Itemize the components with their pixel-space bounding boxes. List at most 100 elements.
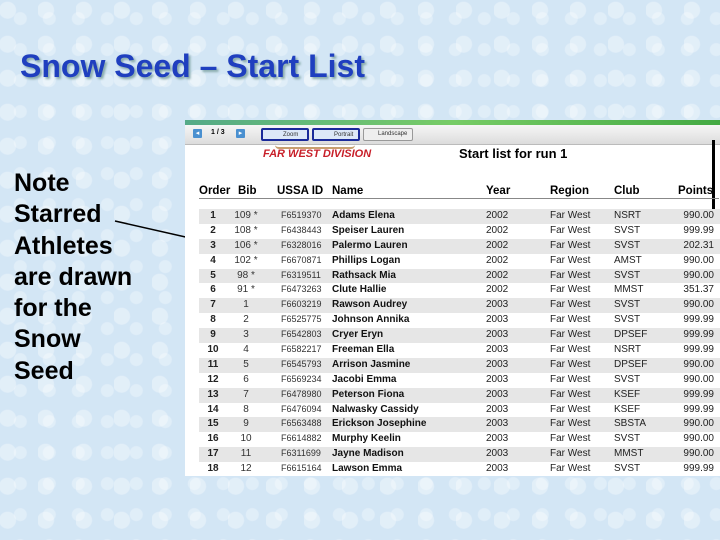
cell-bib: 102 * [234, 254, 258, 266]
cell-order: 1 [210, 210, 216, 221]
cell-region: Far West [550, 314, 591, 326]
report-title: Start list for run 1 [459, 146, 568, 161]
cell-club: KSEF [614, 403, 641, 415]
cell-points: 999.99 [683, 463, 714, 475]
cell-region: Far West [550, 284, 591, 296]
cell-points: 999.99 [683, 329, 714, 341]
cell-year: 2002 [486, 284, 509, 296]
cell-name: Nalwasky Cassidy [332, 403, 419, 415]
cell-name: Speiser Lauren [332, 224, 405, 236]
cell-bib: 6 [243, 373, 249, 385]
cell-points: 999.99 [683, 314, 714, 326]
cell-club: NSRT [614, 344, 642, 356]
cell-name: Jayne Madison [332, 448, 404, 460]
table-row: 3 106 * F6328016 Palermo Lauren 2002 Far West… [199, 238, 720, 254]
cell-order: 18 [207, 463, 219, 475]
cell-year: 2003 [486, 329, 509, 341]
cell-name: Peterson Fiona [332, 388, 405, 400]
table-row: 5 98 * F6319511 Rathsack Mia 2002 Far West SVS… [199, 268, 720, 284]
cell-name: Lawson Emma [332, 463, 403, 475]
cell-region: Far West [550, 418, 591, 430]
cell-region: Far West [550, 433, 591, 445]
cell-year: 2003 [486, 403, 509, 415]
cell-name: Jacobi Emma [332, 373, 397, 385]
cell-club: DPSEF [614, 358, 648, 370]
cell-ussa-id: F6478980 [281, 388, 322, 399]
cell-club: AMST [614, 254, 642, 266]
zoom-button[interactable]: Zoom [261, 128, 309, 141]
cell-name: Murphy Keelin [332, 433, 401, 445]
cell-ussa-id: F6473263 [281, 284, 322, 295]
table-row: 13 7 F6478980 Peterson Fiona 2003 Far West KSE… [199, 387, 720, 403]
slide-title: Snow Seed – Start List [20, 48, 365, 84]
table-row: 16 10 F6614882 Murphy Keelin 2003 Far West SVS… [199, 432, 720, 447]
cell-points: 990.00 [683, 254, 714, 266]
start-list-screenshot: ◂ 1 / 3 ▸ Zoom Portrait Landscape FAR WE… [185, 120, 720, 476]
cell-ussa-id: F6569234 [281, 373, 322, 384]
cell-bib: 109 * [234, 210, 258, 221]
slide-note: Note Starred Athletes are drawn for the … [14, 169, 133, 385]
cell-club: SVST [614, 433, 641, 445]
cell-region: Far West [550, 299, 591, 311]
cell-ussa-id: F6582217 [281, 344, 322, 355]
cell-bib: 2 [243, 314, 249, 326]
cell-region: Far West [550, 239, 591, 251]
cell-bib: 9 [243, 418, 249, 430]
cell-ussa-id: F6311699 [281, 448, 321, 459]
cell-ussa-id: F6438443 [281, 224, 322, 235]
cell-name: Rathsack Mia [332, 269, 396, 281]
cell-points: 990.00 [683, 210, 714, 221]
col-order: Order [199, 185, 231, 197]
cell-club: SBSTA [614, 418, 647, 430]
cell-ussa-id: F6603219 [281, 299, 322, 310]
division-name: FAR WEST DIVISION [263, 148, 372, 160]
cell-order: 13 [207, 388, 219, 400]
cell-club: MMST [614, 448, 644, 460]
cell-bib: 1 [243, 299, 249, 311]
cell-name: Phillips Logan [332, 254, 401, 266]
cell-year: 2003 [486, 299, 509, 311]
table-row: 10 4 F6582217 Freeman Ella 2003 Far West NSRT 9… [199, 343, 720, 358]
col-region: Region [550, 185, 589, 197]
col-club: Club [614, 185, 640, 197]
cell-ussa-id: F6525775 [281, 314, 322, 325]
col-year: Year [486, 185, 511, 197]
cell-year: 2003 [486, 344, 509, 356]
portrait-button[interactable]: Portrait [312, 128, 360, 141]
cell-points: 990.00 [683, 269, 714, 281]
cell-order: 3 [210, 239, 216, 251]
cell-points: 999.99 [683, 388, 714, 400]
cell-name: Erickson Josephine [332, 418, 427, 430]
cell-region: Far West [550, 463, 591, 475]
cell-points: 990.00 [683, 418, 714, 430]
cell-club: SVST [614, 239, 641, 251]
cell-order: 15 [207, 418, 219, 430]
preview-toolbar: ◂ 1 / 3 ▸ Zoom Portrait Landscape [185, 125, 720, 145]
cell-region: Far West [550, 210, 591, 221]
cell-year: 2003 [486, 373, 509, 385]
cell-bib: 8 [243, 403, 249, 415]
cell-ussa-id: F6670871 [281, 254, 322, 265]
table-row: 12 6 F6569234 Jacobi Emma 2003 Far West SVST 99… [199, 373, 720, 388]
cell-club: SVST [614, 373, 641, 385]
table-row: 15 9 F6563488 Erickson Josephine 2003 Far Wes… [199, 417, 720, 433]
cell-ussa-id: F6563488 [281, 418, 322, 429]
cell-ussa-id: F6545793 [281, 358, 322, 369]
table-row: 7 1 F6603219 Rawson Audrey 2003 Far West SVST 9… [199, 298, 720, 314]
cell-region: Far West [550, 269, 591, 281]
page-edge [712, 140, 715, 210]
cell-name: Clute Hallie [332, 284, 387, 296]
cell-region: Far West [550, 254, 591, 266]
cell-club: DPSEF [614, 329, 648, 341]
cell-points: 990.00 [683, 448, 714, 460]
next-page-icon[interactable]: ▸ [236, 129, 245, 138]
table-header: Order Bib USSA ID Name Year Region Club … [199, 185, 719, 199]
cell-name: Johnson Annika [332, 314, 410, 326]
landscape-button[interactable]: Landscape [363, 128, 413, 141]
prev-page-icon[interactable]: ◂ [193, 129, 202, 138]
page-indicator: 1 / 3 [211, 129, 225, 136]
cell-year: 2003 [486, 388, 509, 400]
cell-club: SVST [614, 299, 641, 311]
cell-ussa-id: F6319511 [281, 269, 321, 280]
cell-club: KSEF [614, 388, 641, 400]
